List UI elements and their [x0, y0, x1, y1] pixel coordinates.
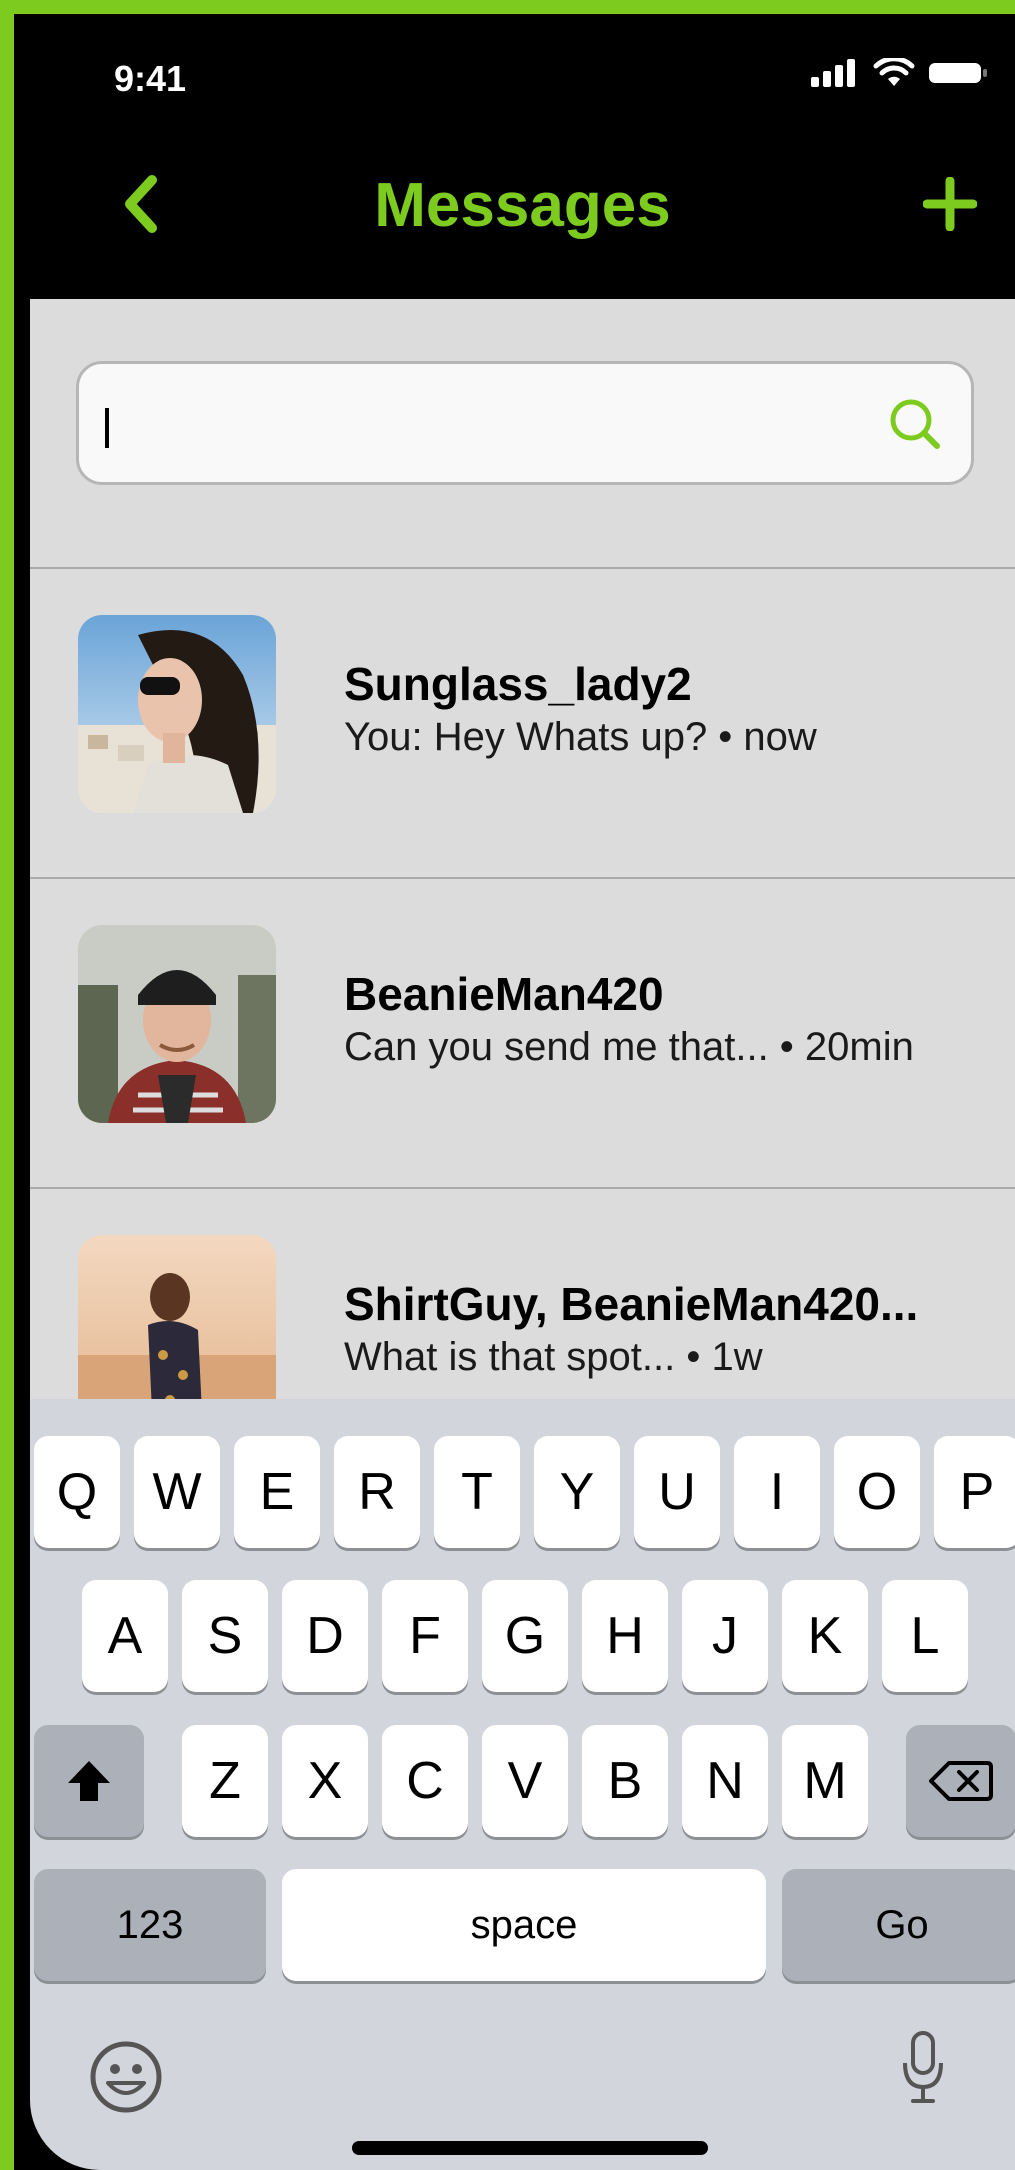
- key-k[interactable]: K: [782, 1580, 868, 1692]
- key-j[interactable]: J: [682, 1580, 768, 1692]
- shift-arrow-icon: [68, 1761, 110, 1801]
- messages-content: Sunglass_lady2 You: Hey Whats up? • now …: [30, 299, 1015, 1499]
- key-z[interactable]: Z: [182, 1725, 268, 1837]
- status-bar: 9:41: [30, 14, 1015, 144]
- home-indicator: [352, 2141, 708, 2155]
- key-p[interactable]: P: [934, 1436, 1015, 1548]
- key-u[interactable]: U: [634, 1436, 720, 1548]
- avatar: [78, 925, 276, 1123]
- search-box[interactable]: [76, 361, 974, 485]
- keyboard: QWERTYUIOP ASDFGHJKL ZXCVBNM 123 space G…: [30, 1399, 1015, 2170]
- key-y[interactable]: Y: [534, 1436, 620, 1548]
- conversation-preview: What is that spot... • 1w: [344, 1335, 763, 1379]
- conversation-preview: Can you send me that... • 20min: [344, 1025, 914, 1069]
- status-time: 9:41: [114, 58, 187, 99]
- key-f[interactable]: F: [382, 1580, 468, 1692]
- key-a[interactable]: A: [82, 1580, 168, 1692]
- cellular-signal-icon: [811, 59, 855, 87]
- avatar: [78, 615, 276, 813]
- nav-bar: Messages: [30, 144, 1015, 299]
- key-m[interactable]: M: [782, 1725, 868, 1837]
- key-w[interactable]: W: [134, 1436, 220, 1548]
- battery-icon: [929, 63, 987, 83]
- key-o[interactable]: O: [834, 1436, 920, 1548]
- conversation-name: BeanieMan420: [344, 968, 664, 1020]
- conversation-name: Sunglass_lady2: [344, 658, 692, 710]
- search-input[interactable]: [101, 392, 861, 456]
- key-n[interactable]: N: [682, 1725, 768, 1837]
- page-title: Messages: [374, 171, 671, 240]
- conversation-name: ShirtGuy, BeanieMan420...: [344, 1278, 919, 1330]
- key-g[interactable]: G: [482, 1580, 568, 1692]
- space-key[interactable]: space: [282, 1869, 766, 1981]
- key-h[interactable]: H: [582, 1580, 668, 1692]
- status-icons: [811, 58, 989, 88]
- search-icon[interactable]: [887, 396, 943, 452]
- key-q[interactable]: Q: [34, 1436, 120, 1548]
- emoji-icon[interactable]: [88, 2039, 164, 2115]
- wifi-icon: [873, 58, 915, 86]
- key-c[interactable]: C: [382, 1725, 468, 1837]
- go-key[interactable]: Go: [782, 1869, 1015, 1981]
- conversation-item[interactable]: Sunglass_lady2 You: Hey Whats up? • now: [30, 569, 1015, 879]
- key-b[interactable]: B: [582, 1725, 668, 1837]
- key-x[interactable]: X: [282, 1725, 368, 1837]
- backspace-icon: [929, 1761, 993, 1801]
- plus-icon: [923, 177, 977, 231]
- key-r[interactable]: R: [334, 1436, 420, 1548]
- text-caret: [105, 408, 109, 448]
- key-s[interactable]: S: [182, 1580, 268, 1692]
- conversation-item[interactable]: BeanieMan420 Can you send me that... • 2…: [30, 879, 1015, 1189]
- key-i[interactable]: I: [734, 1436, 820, 1548]
- conversation-preview: You: Hey Whats up? • now: [344, 715, 817, 759]
- microphone-icon[interactable]: [901, 2029, 945, 2105]
- shift-key[interactable]: [34, 1725, 144, 1837]
- key-t[interactable]: T: [434, 1436, 520, 1548]
- numbers-key[interactable]: 123: [34, 1869, 266, 1981]
- key-d[interactable]: D: [282, 1580, 368, 1692]
- phone-screen: 9:41 Messages Sunglass_lady2 You: Hey Wh…: [30, 14, 1015, 2170]
- delete-key[interactable]: [906, 1725, 1015, 1837]
- search-area: [30, 299, 1015, 569]
- new-message-button[interactable]: [915, 164, 985, 244]
- key-v[interactable]: V: [482, 1725, 568, 1837]
- key-l[interactable]: L: [882, 1580, 968, 1692]
- key-e[interactable]: E: [234, 1436, 320, 1548]
